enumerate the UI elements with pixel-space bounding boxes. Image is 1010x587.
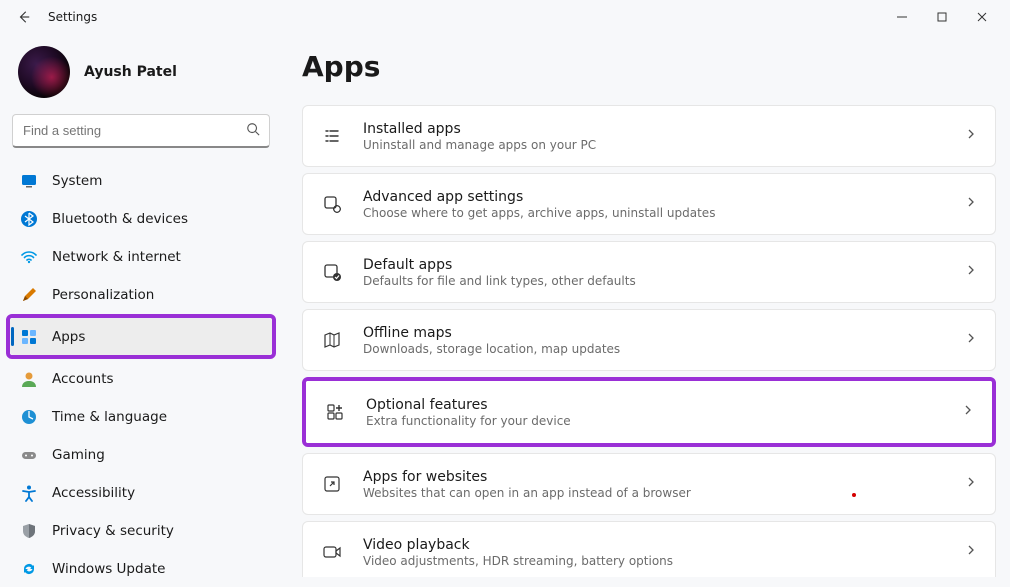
sidebar-item-personalization[interactable]: Personalization: [10, 276, 272, 313]
gamepad-icon: [20, 446, 38, 464]
card-title: Installed apps: [363, 121, 965, 137]
card-title: Video playback: [363, 537, 965, 553]
sidebar: Ayush Patel System Bluetooth & devices N…: [0, 34, 282, 577]
card-advanced-app-settings[interactable]: Advanced app settings Choose where to ge…: [302, 173, 996, 235]
back-button[interactable]: [8, 1, 40, 33]
avatar: [18, 46, 70, 98]
bluetooth-icon: [20, 210, 38, 228]
wifi-icon: [20, 248, 38, 266]
main: Apps Installed apps Uninstall and manage…: [282, 34, 1010, 577]
titlebar: Settings: [0, 0, 1010, 34]
sidebar-item-gaming[interactable]: Gaming: [10, 436, 272, 473]
minimize-icon: [897, 12, 907, 22]
default-check-icon: [321, 261, 343, 283]
sidebar-item-label: Windows Update: [52, 561, 165, 577]
sidebar-item-system[interactable]: System: [10, 162, 272, 199]
sidebar-item-label: Network & internet: [52, 249, 181, 265]
search-input[interactable]: [12, 114, 270, 148]
card-subtitle: Websites that can open in an app instead…: [363, 486, 965, 500]
card-subtitle: Defaults for file and link types, other …: [363, 274, 965, 288]
chevron-right-icon: [965, 196, 977, 212]
card-title: Offline maps: [363, 325, 965, 341]
sidebar-item-bluetooth[interactable]: Bluetooth & devices: [10, 200, 272, 237]
annotation-dot: [852, 493, 856, 497]
highlight-optional-features: Optional features Extra functionality fo…: [302, 377, 996, 447]
brush-icon: [20, 286, 38, 304]
sidebar-item-update[interactable]: Windows Update: [10, 550, 272, 587]
link-open-icon: [321, 473, 343, 495]
chevron-right-icon: [965, 544, 977, 560]
sidebar-item-label: Accounts: [52, 371, 114, 387]
search-wrap: [12, 114, 270, 148]
card-title: Optional features: [366, 397, 962, 413]
globe-clock-icon: [20, 408, 38, 426]
chevron-right-icon: [965, 128, 977, 144]
card-subtitle: Downloads, storage location, map updates: [363, 342, 965, 356]
cards-list: Installed apps Uninstall and manage apps…: [302, 105, 996, 577]
card-subtitle: Video adjustments, HDR streaming, batter…: [363, 554, 965, 568]
card-offline-maps[interactable]: Offline maps Downloads, storage location…: [302, 309, 996, 371]
card-subtitle: Extra functionality for your device: [366, 414, 962, 428]
card-title: Apps for websites: [363, 469, 965, 485]
map-icon: [321, 329, 343, 351]
card-video-playback[interactable]: Video playback Video adjustments, HDR st…: [302, 521, 996, 577]
add-feature-icon: [324, 401, 346, 423]
sidebar-item-privacy[interactable]: Privacy & security: [10, 512, 272, 549]
card-apps-for-websites[interactable]: Apps for websites Websites that can open…: [302, 453, 996, 515]
sidebar-item-label: Apps: [52, 329, 85, 345]
close-icon: [977, 12, 987, 22]
card-title: Default apps: [363, 257, 965, 273]
window-title: Settings: [48, 10, 97, 24]
accessibility-icon: [20, 484, 38, 502]
person-icon: [20, 370, 38, 388]
update-icon: [20, 560, 38, 578]
sidebar-item-label: Bluetooth & devices: [52, 211, 188, 227]
minimize-button[interactable]: [882, 3, 922, 31]
chevron-right-icon: [965, 476, 977, 492]
card-subtitle: Uninstall and manage apps on your PC: [363, 138, 965, 152]
close-button[interactable]: [962, 3, 1002, 31]
card-installed-apps[interactable]: Installed apps Uninstall and manage apps…: [302, 105, 996, 167]
sidebar-item-accounts[interactable]: Accounts: [10, 360, 272, 397]
sidebar-item-apps[interactable]: Apps: [10, 318, 272, 355]
sidebar-item-label: Personalization: [52, 287, 154, 303]
card-title: Advanced app settings: [363, 189, 965, 205]
chevron-right-icon: [962, 404, 974, 420]
shield-icon: [20, 522, 38, 540]
list-icon: [321, 125, 343, 147]
chevron-right-icon: [965, 332, 977, 348]
apps-icon: [20, 328, 38, 346]
sidebar-item-label: Time & language: [52, 409, 167, 425]
sidebar-item-label: Accessibility: [52, 485, 135, 501]
app-gear-icon: [321, 193, 343, 215]
nav: System Bluetooth & devices Network & int…: [10, 162, 272, 587]
sidebar-item-label: Gaming: [52, 447, 105, 463]
profile-name: Ayush Patel: [84, 64, 177, 80]
arrow-left-icon: [17, 10, 31, 24]
sidebar-item-accessibility[interactable]: Accessibility: [10, 474, 272, 511]
maximize-button[interactable]: [922, 3, 962, 31]
card-optional-features[interactable]: Optional features Extra functionality fo…: [306, 381, 992, 443]
window-controls: [882, 3, 1002, 31]
sidebar-item-time[interactable]: Time & language: [10, 398, 272, 435]
sidebar-item-label: Privacy & security: [52, 523, 174, 539]
search-icon: [246, 122, 260, 140]
page-title: Apps: [302, 50, 996, 83]
chevron-right-icon: [965, 264, 977, 280]
sidebar-item-label: System: [52, 173, 102, 189]
profile[interactable]: Ayush Patel: [10, 42, 272, 114]
highlight-sidebar-apps: Apps: [6, 314, 276, 359]
sidebar-item-network[interactable]: Network & internet: [10, 238, 272, 275]
card-default-apps[interactable]: Default apps Defaults for file and link …: [302, 241, 996, 303]
maximize-icon: [937, 12, 947, 22]
video-icon: [321, 541, 343, 563]
system-icon: [20, 172, 38, 190]
card-subtitle: Choose where to get apps, archive apps, …: [363, 206, 965, 220]
